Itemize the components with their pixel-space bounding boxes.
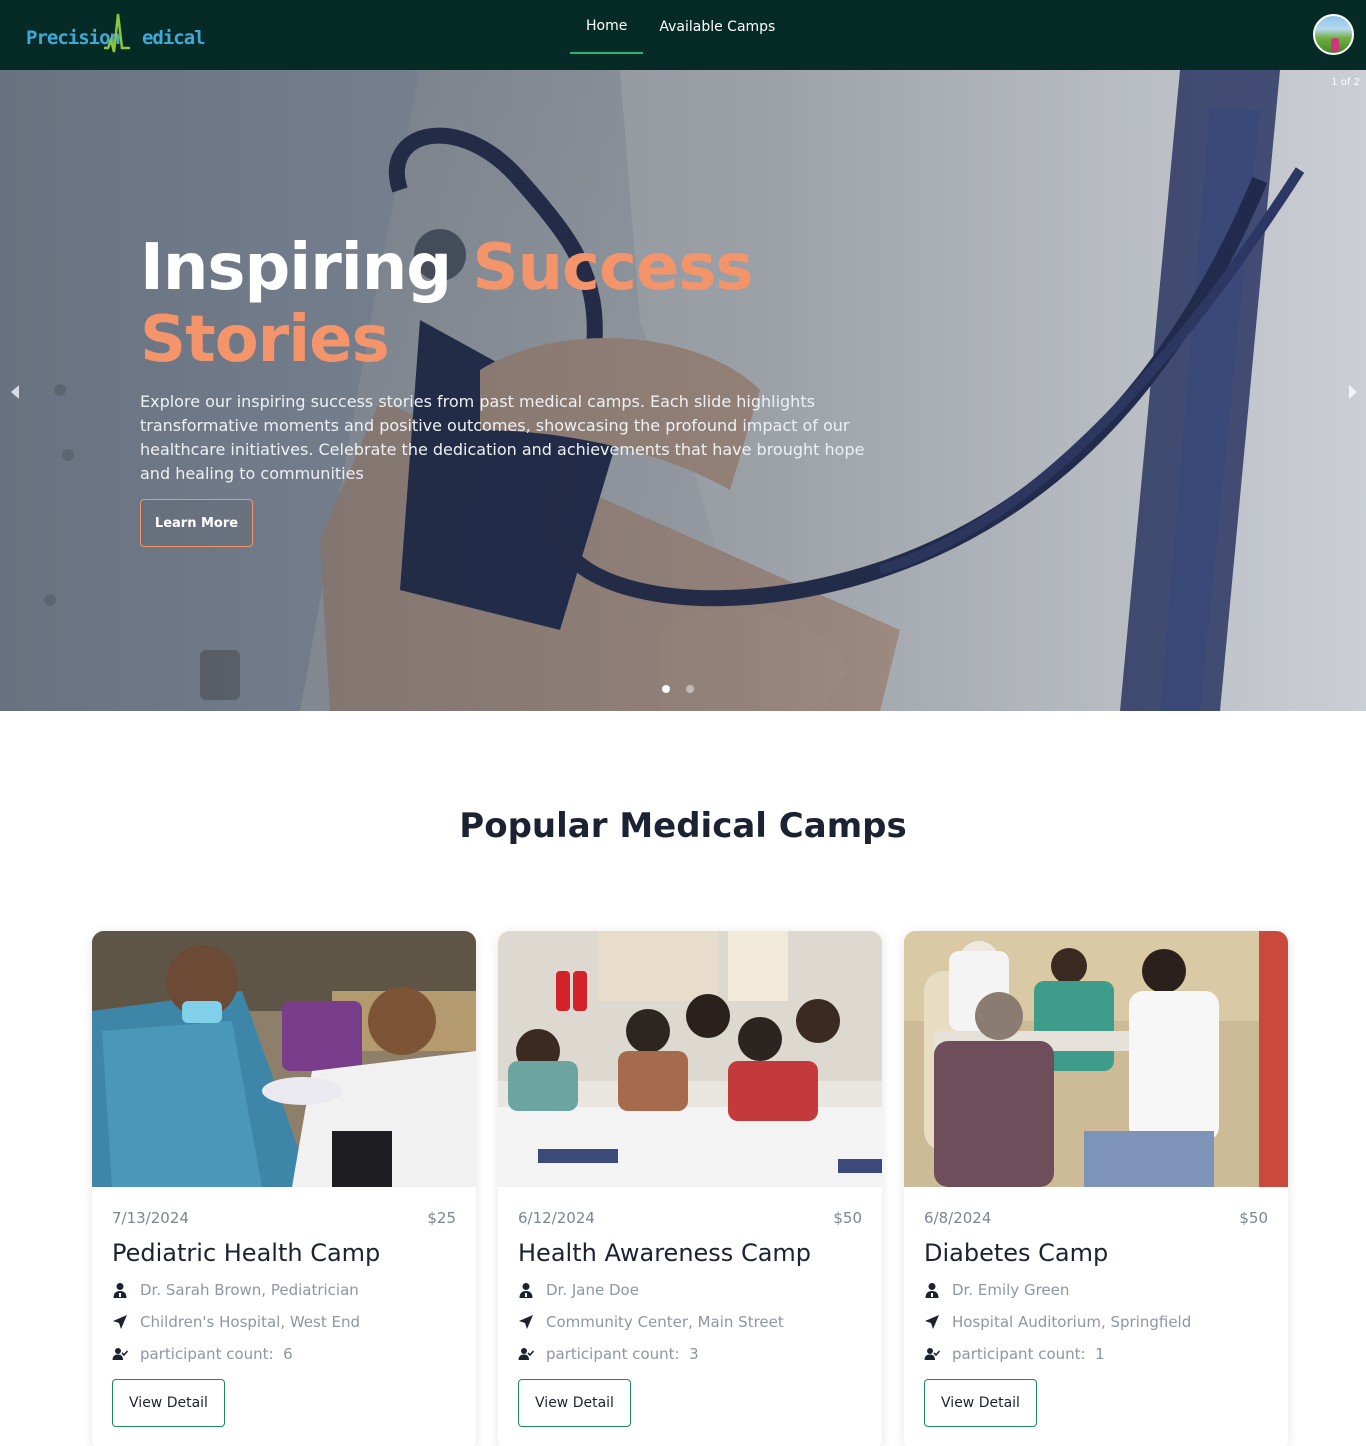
camp-card: 6/8/2024 $50 Diabetes Camp Dr. Emily Gre… (904, 931, 1288, 1446)
brand-logo[interactable]: Precision edical (26, 12, 206, 56)
camp-price: $50 (1239, 1209, 1268, 1227)
user-check-icon (518, 1348, 534, 1360)
camp-image (498, 931, 882, 1187)
nav-home[interactable]: Home (570, 0, 644, 54)
carousel-prev-icon[interactable] (6, 382, 26, 402)
camp-doctor: Dr. Jane Doe (518, 1281, 639, 1299)
camp-price: $25 (427, 1209, 456, 1227)
camp-participants: participant count: 3 (518, 1345, 699, 1363)
camp-doctor: Dr. Emily Green (924, 1281, 1069, 1299)
doctor-icon (925, 1283, 939, 1298)
main-nav: Home Available Camps (570, 0, 791, 70)
location-arrow-icon (519, 1315, 533, 1329)
camp-location: Community Center, Main Street (518, 1313, 784, 1331)
camp-price: $50 (833, 1209, 862, 1227)
camp-card: 7/13/2024 $25 Pediatric Health Camp Dr. … (92, 931, 476, 1446)
camp-participants: participant count: 6 (112, 1345, 293, 1363)
view-detail-button[interactable]: View Detail (518, 1379, 631, 1427)
camp-location: Children's Hospital, West End (112, 1313, 360, 1331)
hero-title-orange-1: Success (472, 231, 753, 305)
carousel-next-icon[interactable] (1342, 382, 1362, 402)
ecg-logo-icon (104, 13, 130, 53)
hero-title: Inspiring Success Stories (140, 232, 900, 376)
carousel-dot-2[interactable] (686, 685, 694, 693)
hero-title-orange-2: Stories (140, 303, 390, 377)
camp-name: Pediatric Health Camp (112, 1239, 381, 1267)
hero-description: Explore our inspiring success stories fr… (140, 392, 865, 483)
camp-date: 6/12/2024 (518, 1209, 595, 1227)
camp-date: 6/8/2024 (924, 1209, 992, 1227)
hero-title-white: Inspiring (140, 231, 452, 305)
camp-image (92, 931, 476, 1187)
view-detail-button[interactable]: View Detail (924, 1379, 1037, 1427)
carousel-dots (662, 685, 694, 693)
camp-name: Diabetes Camp (924, 1239, 1109, 1267)
location-arrow-icon (925, 1315, 939, 1329)
camp-card: 6/12/2024 $50 Health Awareness Camp Dr. … (498, 931, 882, 1446)
user-check-icon (924, 1348, 940, 1360)
view-detail-button[interactable]: View Detail (112, 1379, 225, 1427)
camp-doctor: Dr. Sarah Brown, Pediatrician (112, 1281, 359, 1299)
nav-available-camps[interactable]: Available Camps (643, 0, 791, 54)
camp-name: Health Awareness Camp (518, 1239, 812, 1267)
section-title: Popular Medical Camps (459, 806, 907, 846)
camp-image (904, 931, 1288, 1187)
user-avatar[interactable] (1313, 14, 1354, 55)
camp-participants: participant count: 1 (924, 1345, 1105, 1363)
hero-carousel: 1 of 2 Inspiring Success Stories Explore… (0, 70, 1366, 711)
participant-count: 1 (1095, 1345, 1105, 1363)
navbar: Precision edical Home Available Camps (0, 0, 1366, 70)
carousel-dot-1[interactable] (662, 685, 670, 693)
camp-date: 7/13/2024 (112, 1209, 189, 1227)
participant-count: 3 (689, 1345, 699, 1363)
user-check-icon (112, 1348, 128, 1360)
participant-count: 6 (283, 1345, 293, 1363)
camp-location: Hospital Auditorium, Springfield (924, 1313, 1191, 1331)
slide-counter: 1 of 2 (1331, 77, 1360, 88)
doctor-icon (519, 1283, 533, 1298)
location-arrow-icon (113, 1315, 127, 1329)
doctor-icon (113, 1283, 127, 1298)
learn-more-button[interactable]: Learn More (140, 499, 253, 547)
